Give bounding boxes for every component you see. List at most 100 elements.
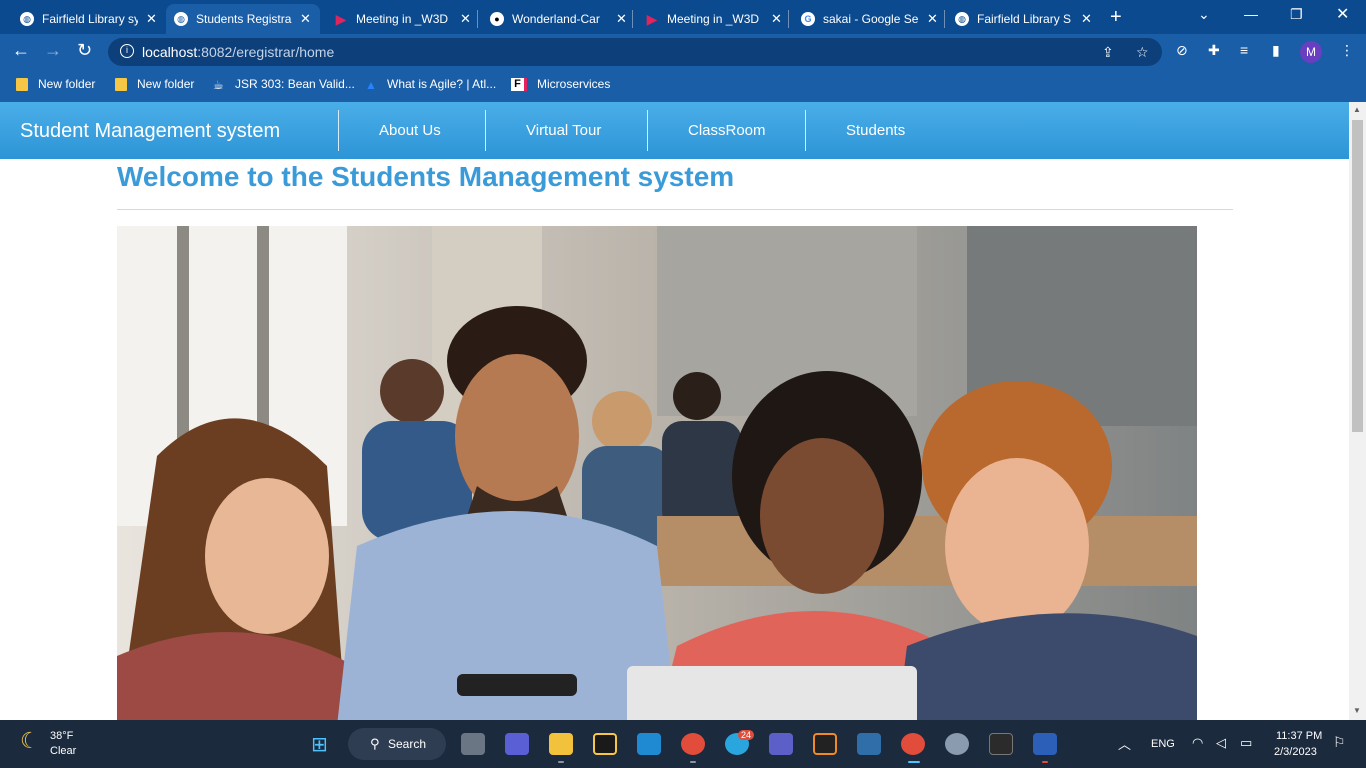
tab-fairfield-library-2[interactable]: ◍ Fairfield Library S ✕ [947, 4, 1100, 34]
bookmark-star-icon[interactable]: ☆ [1136, 44, 1149, 61]
bookmark-label: New folder [137, 77, 195, 91]
nav-divider [805, 110, 806, 151]
tab-meeting-1[interactable]: ▶ Meeting in _W3D ✕ [326, 4, 479, 34]
nav-about-us[interactable]: About Us [379, 122, 441, 139]
tab-title: Wonderland-Car [512, 12, 600, 26]
url-host: localhost [142, 44, 198, 60]
google-icon: G [801, 12, 815, 26]
taskbar-search[interactable]: ⚲ Search [348, 728, 446, 760]
chrome-icon[interactable] [681, 733, 705, 755]
forward-arrow-icon[interactable]: → [44, 40, 62, 61]
search-label: Search [388, 737, 427, 751]
brand-title[interactable]: Student Management system [20, 120, 280, 143]
tab-search-chevron-icon[interactable]: ⌄ [1198, 6, 1210, 23]
tab-title: sakai - Google Se [823, 12, 919, 26]
intellij-eap-icon[interactable] [813, 733, 837, 755]
tab-meeting-2[interactable]: ▶ Meeting in _W3D ✕ [637, 4, 790, 34]
tab-wonderland[interactable]: ● Wonderland-Car ✕ [482, 4, 635, 34]
github-icon: ● [490, 12, 504, 26]
word-icon[interactable] [1033, 733, 1057, 755]
bookmark-new-folder-2[interactable]: New folder [115, 77, 194, 91]
tab-students-registrar[interactable]: ◍ Students Registra ✕ [166, 4, 320, 34]
reload-icon[interactable]: ↻ [77, 40, 92, 61]
address-bar[interactable]: i localhost:8082/eregistrar/home ⇪ ☆ [108, 38, 1162, 66]
bookmark-label: New folder [38, 77, 96, 91]
wifi-icon[interactable]: ◠ [1192, 735, 1203, 751]
terminal-icon[interactable] [989, 733, 1013, 755]
tab-title: Meeting in _W3D [356, 12, 449, 26]
meet-icon[interactable] [505, 733, 529, 755]
tab-sakai-google[interactable]: G sakai - Google Se ✕ [793, 4, 946, 34]
side-panel-icon[interactable]: ▮ [1272, 42, 1280, 59]
page-content: Student Management system About Us Virtu… [0, 102, 1349, 720]
tab-fairfield-library-1[interactable]: ◍ Fairfield Library sy ✕ [12, 4, 165, 34]
bookmark-jsr303[interactable]: ☕ JSR 303: Bean Valid... [213, 77, 355, 92]
search-icon: ⚲ [370, 736, 380, 751]
tab-title: Fairfield Library sy [42, 12, 138, 26]
scroll-thumb[interactable] [1352, 120, 1363, 432]
tab-strip: ◍ Fairfield Library sy ✕ ◍ Students Regi… [0, 0, 1366, 34]
file-explorer-icon[interactable] [549, 733, 573, 755]
active-indicator [908, 761, 920, 763]
hero-image [117, 226, 1197, 720]
vscode-icon[interactable] [637, 733, 661, 755]
close-icon[interactable]: ✕ [460, 11, 471, 27]
bookmark-agile[interactable]: ▲ What is Agile? | Atl... [365, 77, 497, 92]
nav-students[interactable]: Students [846, 122, 905, 139]
media-queue-icon[interactable]: ≡ [1240, 42, 1248, 58]
battery-icon[interactable]: ▭ [1240, 735, 1252, 751]
weather-desc[interactable]: Clear [50, 745, 76, 757]
language-indicator[interactable]: ENG [1151, 738, 1175, 750]
f-icon: F [511, 77, 527, 91]
close-icon[interactable]: ✕ [616, 11, 627, 27]
task-view-icon[interactable] [461, 733, 485, 755]
running-indicator [1042, 761, 1048, 763]
volume-icon[interactable]: ◁ [1216, 735, 1226, 751]
scroll-up-arrow-icon[interactable]: ▲ [1353, 105, 1361, 114]
new-tab-button[interactable]: + [1110, 6, 1122, 29]
teams-icon[interactable] [769, 733, 793, 755]
atlassian-icon: ▲ [365, 77, 377, 92]
chevron-up-icon[interactable]: ︿ [1118, 734, 1131, 753]
windows-start-icon[interactable]: ⊞ [311, 732, 328, 757]
notification-icon[interactable]: ⚐ [1333, 734, 1346, 751]
play-icon: ▶ [646, 10, 658, 27]
close-icon[interactable]: ✕ [1081, 11, 1092, 27]
back-arrow-icon[interactable]: ← [12, 40, 30, 61]
nav-classroom[interactable]: ClassRoom [688, 122, 766, 139]
mysql-workbench-icon[interactable] [857, 733, 881, 755]
weather-temp[interactable]: 38°F [50, 730, 73, 742]
moon-weather-icon[interactable]: ☾ [20, 728, 40, 754]
tab-separator [944, 10, 945, 28]
nav-virtual-tour[interactable]: Virtual Tour [526, 122, 601, 139]
intellij-icon[interactable] [593, 733, 617, 755]
close-icon[interactable]: ✕ [771, 11, 782, 27]
bookmark-microservices[interactable]: F Microservices [511, 77, 610, 91]
close-icon[interactable]: ✕ [300, 11, 311, 27]
play-icon: ▶ [335, 10, 347, 27]
running-indicator [690, 761, 696, 763]
profile-avatar[interactable]: M [1300, 41, 1322, 63]
minimize-icon[interactable]: — [1244, 6, 1258, 22]
restore-icon[interactable]: ❐ [1290, 6, 1303, 23]
tab-separator [788, 10, 789, 28]
kebab-menu-icon[interactable]: ⋮ [1340, 42, 1354, 59]
bookmark-new-folder-1[interactable]: New folder [16, 77, 95, 91]
window-close-icon[interactable]: ✕ [1336, 4, 1349, 24]
site-info-icon[interactable]: i [120, 44, 134, 58]
close-icon[interactable]: ✕ [927, 11, 938, 27]
running-indicator [558, 761, 564, 763]
page-scrollbar[interactable]: ▲ ▼ [1349, 102, 1366, 720]
clock-time[interactable]: 11:37 PM [1276, 730, 1322, 742]
browser-chrome: ◍ Fairfield Library sy ✕ ◍ Students Regi… [0, 0, 1366, 102]
clock-date[interactable]: 2/3/2023 [1274, 746, 1317, 758]
chrome-profile-icon[interactable] [901, 733, 925, 755]
user-app-icon[interactable] [945, 733, 969, 755]
bookmark-label: What is Agile? | Atl... [387, 77, 497, 91]
windows-taskbar: ☾ 38°F Clear ⊞ ⚲ Search 24 ︿ ENG ◠ ◁ ▭ 1… [0, 720, 1366, 768]
close-icon[interactable]: ✕ [146, 11, 157, 27]
scroll-down-arrow-icon[interactable]: ▼ [1353, 706, 1361, 715]
share-icon[interactable]: ⇪ [1102, 44, 1114, 61]
puzzle-icon[interactable]: ✚ [1208, 42, 1220, 59]
extension-icon[interactable]: ⊘ [1176, 42, 1188, 59]
